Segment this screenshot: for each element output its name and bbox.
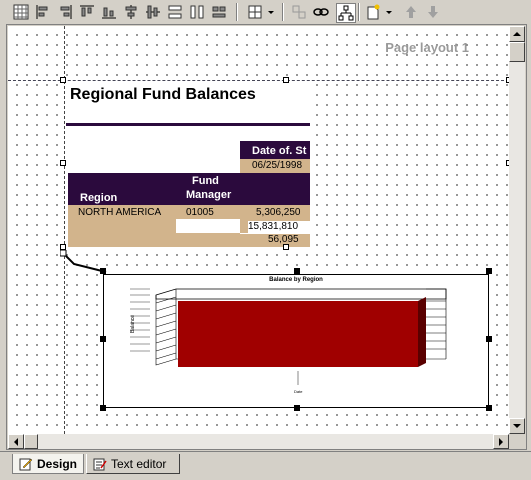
empty-cell xyxy=(176,219,240,233)
align-top-icon[interactable] xyxy=(78,3,96,21)
column-header-region: Region xyxy=(80,192,118,204)
tab-label: Text editor xyxy=(111,456,167,471)
align-right-icon[interactable] xyxy=(56,3,74,21)
link-disabled-icon xyxy=(290,3,308,21)
amount-cell: 15,831,810 xyxy=(248,221,310,233)
group-icon[interactable] xyxy=(246,3,264,21)
title-underline xyxy=(66,123,310,126)
chart-handle[interactable] xyxy=(100,268,106,274)
grid-icon[interactable] xyxy=(12,3,30,21)
margin-guide-horizontal[interactable] xyxy=(8,80,509,81)
hierarchy-icon[interactable] xyxy=(336,3,356,23)
tab-design[interactable]: Design xyxy=(12,454,84,474)
tab-text-editor[interactable]: Text editor xyxy=(86,454,180,474)
horizontal-scroll-thumb[interactable] xyxy=(24,434,38,449)
chart-ylabel: Balance xyxy=(130,315,136,333)
text-editor-icon xyxy=(93,458,107,470)
align-left-icon[interactable] xyxy=(34,3,52,21)
chart-handle[interactable] xyxy=(294,405,300,411)
center-vertical-icon[interactable] xyxy=(144,3,162,21)
scroll-left-button[interactable] xyxy=(8,434,24,449)
scroll-corner xyxy=(509,434,525,449)
same-height-icon[interactable] xyxy=(166,3,184,21)
move-up-arrow-icon xyxy=(402,3,420,21)
new-item-icon[interactable] xyxy=(364,3,382,21)
chart-handle[interactable] xyxy=(100,336,106,342)
editor-tabs: Design Text editor xyxy=(0,451,531,480)
same-width-icon[interactable] xyxy=(188,3,206,21)
report-table[interactable]: Regional Fund Balances Date of. St 06/25… xyxy=(66,83,310,247)
chart-handle[interactable] xyxy=(486,336,492,342)
center-horizontal-icon[interactable] xyxy=(122,3,140,21)
report-title: Regional Fund Balances xyxy=(70,86,256,103)
scroll-down-button[interactable] xyxy=(509,418,525,434)
row-manager: 01005 xyxy=(186,207,214,218)
design-canvas[interactable]: Page layout 1 Regional Fund Balances Dat… xyxy=(8,26,509,434)
selection-handle[interactable] xyxy=(60,160,66,166)
tab-label: Design xyxy=(36,456,77,471)
design-icon xyxy=(19,458,33,470)
layout-icon[interactable] xyxy=(210,3,228,21)
page-label: Page layout 1 xyxy=(385,40,469,55)
scroll-right-button[interactable] xyxy=(493,434,509,449)
dropdown-arrow-icon[interactable] xyxy=(266,3,276,21)
column-header-fund: Fund xyxy=(192,175,219,187)
scroll-up-button[interactable] xyxy=(509,26,525,42)
vertical-scrollbar[interactable] xyxy=(509,26,525,434)
selection-handle[interactable] xyxy=(60,77,66,83)
chart-plot: Balance Date xyxy=(130,288,447,394)
chart-handle[interactable] xyxy=(100,405,106,411)
chart-handle[interactable] xyxy=(486,268,492,274)
date-value: 06/25/1998 xyxy=(240,159,310,173)
chart-xlabel: Date xyxy=(294,389,303,394)
new-item-dropdown-icon[interactable] xyxy=(384,3,394,21)
chart-handle[interactable] xyxy=(294,268,300,274)
selection-handle[interactable] xyxy=(283,244,289,250)
date-header: Date of. St xyxy=(240,141,310,159)
column-header-manager: Manager xyxy=(186,189,232,201)
vertical-scroll-thumb[interactable] xyxy=(509,42,525,62)
horizontal-scrollbar[interactable] xyxy=(8,434,509,449)
row-region: NORTH AMERICA xyxy=(78,207,162,218)
toolbar xyxy=(0,0,531,24)
chart-object[interactable]: Balance by Region Balance Date xyxy=(103,274,489,408)
align-bottom-icon[interactable] xyxy=(100,3,118,21)
link-icon[interactable] xyxy=(312,3,330,21)
amount-cell: 5,306,250 xyxy=(256,207,301,218)
margin-guide-vertical[interactable] xyxy=(64,26,65,434)
chart-handle[interactable] xyxy=(486,405,492,411)
move-down-arrow-icon xyxy=(424,3,442,21)
selection-handle[interactable] xyxy=(283,77,289,83)
